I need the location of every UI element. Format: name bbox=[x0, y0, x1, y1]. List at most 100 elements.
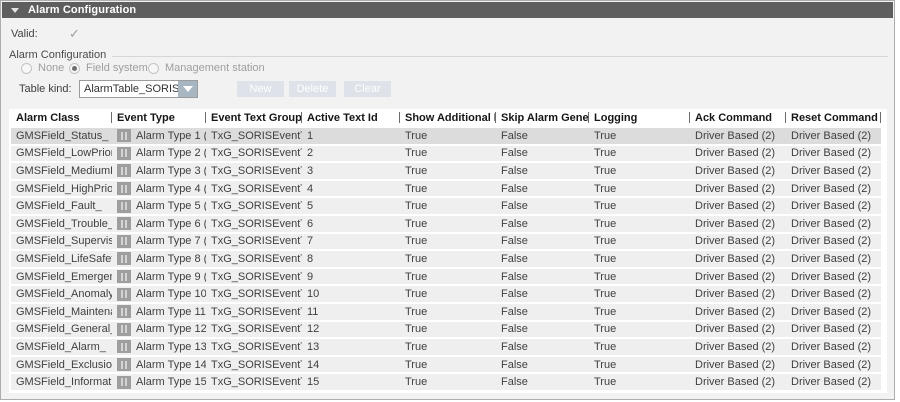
alarm-type-pause-icon[interactable] bbox=[117, 164, 131, 177]
cell-reset-command[interactable]: Driver Based (2) bbox=[786, 285, 881, 303]
cell-logging[interactable]: True bbox=[589, 162, 690, 180]
column-header-logging[interactable]: Logging bbox=[589, 109, 690, 128]
cell-event-type[interactable]: Alarm Type 2 (2) bbox=[112, 145, 206, 163]
cell-event-type[interactable]: Alarm Type 14 (14) bbox=[112, 356, 206, 374]
cell-alarm-class[interactable]: GMSField_Maintenance bbox=[11, 303, 112, 321]
cell-alarm-class[interactable]: GMSField_LifeSafety_ bbox=[11, 250, 112, 268]
cell-reset-command[interactable]: Driver Based (2) bbox=[786, 250, 881, 268]
cell-event-text-group[interactable]: TxG_SORISEventText bbox=[206, 145, 302, 163]
delete-button[interactable]: Delete bbox=[289, 81, 336, 97]
alarm-type-pause-icon[interactable] bbox=[117, 235, 131, 248]
column-header-event-text-group[interactable]: Event Text Group bbox=[206, 109, 302, 128]
cell-event-text-group[interactable]: TxG_SORISEventText bbox=[206, 180, 302, 198]
cell-event-type[interactable]: Alarm Type 5 (5) bbox=[112, 197, 206, 215]
alarm-type-pause-icon[interactable] bbox=[117, 200, 131, 213]
cell-event-type[interactable]: Alarm Type 6 (6) bbox=[112, 215, 206, 233]
cell-event-type[interactable]: Alarm Type 11 (11) bbox=[112, 303, 206, 321]
cell-logging[interactable]: True bbox=[589, 233, 690, 251]
cell-logging[interactable]: True bbox=[589, 268, 690, 286]
cell-event-text-group[interactable]: TxG_SORISEventText bbox=[206, 215, 302, 233]
cell-event-text-group[interactable]: TxG_SORISEventText bbox=[206, 373, 302, 391]
cell-active-text-id[interactable]: 7 bbox=[302, 233, 400, 251]
cell-event-text-group[interactable]: TxG_SORISEventText bbox=[206, 268, 302, 286]
cell-skip-alarm-generation[interactable]: False bbox=[496, 145, 589, 163]
cell-ack-command[interactable]: Driver Based (2) bbox=[690, 268, 786, 286]
radio-management-station[interactable]: Management station bbox=[148, 62, 265, 74]
cell-logging[interactable]: True bbox=[589, 128, 690, 145]
cell-alarm-class[interactable]: GMSField_Supervisory_ bbox=[11, 233, 112, 251]
cell-show-additional-info[interactable]: True bbox=[400, 356, 496, 374]
table-row[interactable]: GMSField_MediumPrio Alarm Type 3 (3) TxG… bbox=[11, 162, 881, 180]
cell-event-type[interactable]: Alarm Type 4 (4) bbox=[112, 180, 206, 198]
alarm-type-pause-icon[interactable] bbox=[117, 340, 131, 353]
collapse-triangle-icon[interactable] bbox=[11, 8, 19, 13]
cell-event-text-group[interactable]: TxG_SORISEventText bbox=[206, 321, 302, 339]
table-row[interactable]: GMSField_General_ Alarm Type 12 (12) TxG… bbox=[11, 321, 881, 339]
cell-show-additional-info[interactable]: True bbox=[400, 145, 496, 163]
cell-reset-command[interactable]: Driver Based (2) bbox=[786, 303, 881, 321]
cell-ack-command[interactable]: Driver Based (2) bbox=[690, 180, 786, 198]
cell-logging[interactable]: True bbox=[589, 285, 690, 303]
cell-reset-command[interactable]: Driver Based (2) bbox=[786, 321, 881, 339]
cell-logging[interactable]: True bbox=[589, 145, 690, 163]
cell-alarm-class[interactable]: GMSField_LowPriorityA bbox=[11, 145, 112, 163]
cell-logging[interactable]: True bbox=[589, 215, 690, 233]
cell-alarm-class[interactable]: GMSField_Exclusion_ bbox=[11, 356, 112, 374]
cell-active-text-id[interactable]: 6 bbox=[302, 215, 400, 233]
alarm-type-pause-icon[interactable] bbox=[117, 217, 131, 230]
alarm-type-pause-icon[interactable] bbox=[117, 288, 131, 301]
cell-event-type[interactable]: Alarm Type 12 (12) bbox=[112, 321, 206, 339]
cell-ack-command[interactable]: Driver Based (2) bbox=[690, 215, 786, 233]
cell-reset-command[interactable]: Driver Based (2) bbox=[786, 268, 881, 286]
alarm-type-pause-icon[interactable] bbox=[117, 376, 131, 389]
cell-event-text-group[interactable]: TxG_SORISEventText bbox=[206, 356, 302, 374]
cell-show-additional-info[interactable]: True bbox=[400, 197, 496, 215]
cell-skip-alarm-generation[interactable]: False bbox=[496, 197, 589, 215]
cell-show-additional-info[interactable]: True bbox=[400, 373, 496, 391]
cell-event-text-group[interactable]: TxG_SORISEventText bbox=[206, 128, 302, 145]
cell-event-type[interactable]: Alarm Type 10 (10) bbox=[112, 285, 206, 303]
cell-alarm-class[interactable]: GMSField_Anomaly_ bbox=[11, 285, 112, 303]
cell-active-text-id[interactable]: 2 bbox=[302, 145, 400, 163]
cell-event-type[interactable]: Alarm Type 3 (3) bbox=[112, 162, 206, 180]
cell-skip-alarm-generation[interactable]: False bbox=[496, 356, 589, 374]
cell-skip-alarm-generation[interactable]: False bbox=[496, 215, 589, 233]
column-divider[interactable] bbox=[880, 112, 881, 123]
cell-event-text-group[interactable]: TxG_SORISEventText bbox=[206, 303, 302, 321]
cell-active-text-id[interactable]: 15 bbox=[302, 373, 400, 391]
cell-ack-command[interactable]: Driver Based (2) bbox=[690, 128, 786, 145]
cell-reset-command[interactable]: Driver Based (2) bbox=[786, 338, 881, 356]
cell-logging[interactable]: True bbox=[589, 321, 690, 339]
table-row[interactable]: GMSField_Emergency_ Alarm Type 9 (9) TxG… bbox=[11, 268, 881, 286]
cell-ack-command[interactable]: Driver Based (2) bbox=[690, 162, 786, 180]
column-header-reset-command[interactable]: Reset Command bbox=[786, 109, 881, 128]
cell-reset-command[interactable]: Driver Based (2) bbox=[786, 162, 881, 180]
cell-ack-command[interactable]: Driver Based (2) bbox=[690, 145, 786, 163]
cell-reset-command[interactable]: Driver Based (2) bbox=[786, 356, 881, 374]
cell-skip-alarm-generation[interactable]: False bbox=[496, 285, 589, 303]
cell-skip-alarm-generation[interactable]: False bbox=[496, 303, 589, 321]
cell-show-additional-info[interactable]: True bbox=[400, 162, 496, 180]
column-header-alarm-class[interactable]: Alarm Class bbox=[11, 109, 112, 128]
cell-event-text-group[interactable]: TxG_SORISEventText bbox=[206, 285, 302, 303]
cell-active-text-id[interactable]: 5 bbox=[302, 197, 400, 215]
valid-checkmark-icon[interactable]: ✓ bbox=[69, 26, 80, 42]
cell-show-additional-info[interactable]: True bbox=[400, 338, 496, 356]
alarm-type-pause-icon[interactable] bbox=[117, 270, 131, 283]
cell-active-text-id[interactable]: 8 bbox=[302, 250, 400, 268]
cell-event-text-group[interactable]: TxG_SORISEventText bbox=[206, 250, 302, 268]
cell-show-additional-info[interactable]: True bbox=[400, 268, 496, 286]
cell-skip-alarm-generation[interactable]: False bbox=[496, 233, 589, 251]
alarm-type-pause-icon[interactable] bbox=[117, 358, 131, 371]
cell-show-additional-info[interactable]: True bbox=[400, 285, 496, 303]
new-button[interactable]: New bbox=[237, 81, 284, 97]
cell-logging[interactable]: True bbox=[589, 373, 690, 391]
alarm-type-pause-icon[interactable] bbox=[117, 252, 131, 265]
cell-ack-command[interactable]: Driver Based (2) bbox=[690, 373, 786, 391]
cell-alarm-class[interactable]: GMSField_Fault_ bbox=[11, 197, 112, 215]
alarm-type-pause-icon[interactable] bbox=[117, 182, 131, 195]
cell-ack-command[interactable]: Driver Based (2) bbox=[690, 303, 786, 321]
table-row[interactable]: GMSField_HighPriority. Alarm Type 4 (4) … bbox=[11, 180, 881, 198]
cell-event-type[interactable]: Alarm Type 8 (8) bbox=[112, 250, 206, 268]
column-header-show-additional-info[interactable]: Show Additional Info bbox=[400, 109, 496, 128]
